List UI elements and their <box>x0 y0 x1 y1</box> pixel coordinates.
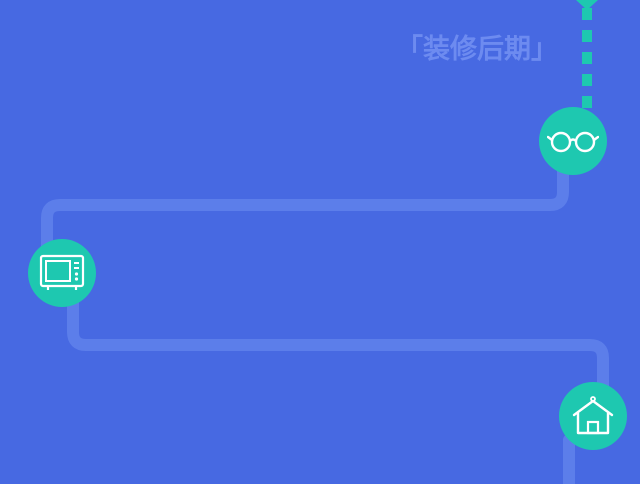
glasses-icon <box>547 131 599 153</box>
milestone-tv <box>28 239 96 307</box>
milestone-house <box>559 382 627 450</box>
timeline-path <box>41 0 609 484</box>
section-title: 「装修后期」 <box>396 34 558 65</box>
tv-icon <box>39 254 85 290</box>
milestone-glasses <box>539 107 607 175</box>
house-icon <box>572 396 614 435</box>
timeline-winding-line <box>41 154 609 484</box>
timeline-stage: 「装修后期」 <box>0 0 640 484</box>
